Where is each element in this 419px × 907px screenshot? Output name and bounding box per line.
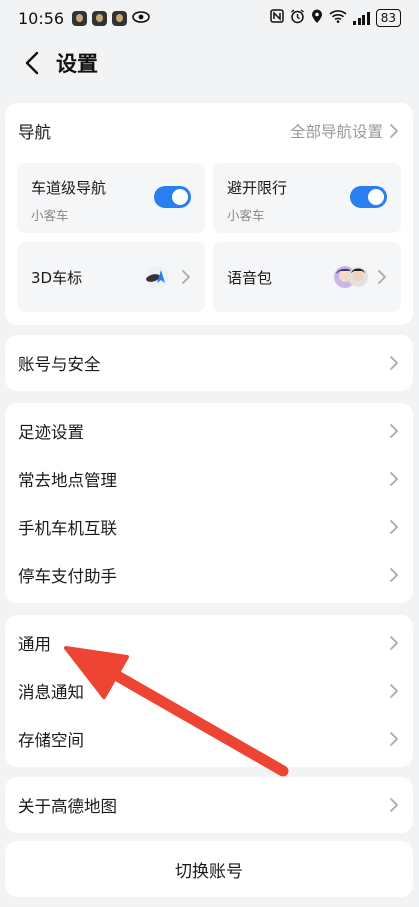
lane-nav-title: 车道级导航 — [31, 179, 107, 197]
back-button[interactable] — [12, 43, 52, 83]
settings-row-frequent-places[interactable]: 常去地点管理 — [5, 455, 413, 503]
car-icon-tile[interactable]: 3D车标 — [17, 242, 205, 312]
status-bar: 10:56 83 — [0, 0, 419, 36]
chevron-right-icon — [390, 636, 398, 650]
battery-level: 83 — [380, 11, 396, 25]
settings-row-footprint[interactable]: 足迹设置 — [5, 407, 413, 455]
wifi-icon — [329, 9, 347, 27]
row-label: 常去地点管理 — [18, 471, 117, 490]
notification-app-icon — [92, 10, 108, 26]
battery-icon: 83 — [375, 9, 401, 27]
row-label: 存储空间 — [18, 731, 84, 750]
signal-icon — [353, 11, 370, 25]
chevron-right-icon — [390, 732, 398, 746]
settings-row-parking-pay[interactable]: 停车支付助手 — [5, 551, 413, 599]
avoid-limit-title: 避开限行 — [227, 179, 288, 197]
settings-row-notifications[interactable]: 消息通知 — [5, 667, 413, 715]
nfc-icon — [270, 9, 284, 27]
row-label: 通用 — [18, 635, 51, 654]
voice-pack-title: 语音包 — [227, 269, 273, 287]
voice-avatar-icon — [334, 266, 368, 288]
page-title: 设置 — [56, 52, 98, 76]
chevron-right-icon — [390, 124, 398, 138]
lane-nav-toggle[interactable] — [154, 186, 191, 208]
chevron-right-icon — [390, 568, 398, 582]
lane-nav-sub: 小客车 — [31, 208, 69, 223]
chevron-right-icon — [390, 684, 398, 698]
all-nav-settings-label: 全部导航设置 — [289, 123, 383, 141]
account-card: 账号与安全 — [5, 335, 413, 391]
chevron-right-icon — [390, 356, 398, 370]
lane-nav-tile[interactable]: 车道级导航 小客车 — [17, 163, 205, 233]
all-nav-settings-link[interactable]: 全部导航设置 — [290, 120, 399, 142]
notification-app-icon — [112, 10, 128, 26]
status-time: 10:56 — [18, 8, 65, 28]
chevron-right-icon — [390, 798, 398, 812]
location-icon — [311, 9, 323, 28]
chevron-right-icon — [390, 424, 398, 438]
switch-account-button[interactable]: 切换账号 — [5, 841, 413, 897]
tools-card: 足迹设置 常去地点管理 手机车机互联 停车支付助手 — [5, 403, 413, 603]
avoid-limit-toggle[interactable] — [350, 186, 387, 208]
car-icon-title: 3D车标 — [31, 269, 83, 287]
settings-row-phone-car-link[interactable]: 手机车机互联 — [5, 503, 413, 551]
nav-header-row: 导航 全部导航设置 — [5, 103, 413, 159]
chevron-right-icon — [378, 270, 386, 284]
voice-pack-tile[interactable]: 语音包 — [213, 242, 401, 312]
chevron-right-icon — [390, 520, 398, 534]
row-label: 手机车机互联 — [18, 519, 117, 538]
row-label: 停车支付助手 — [18, 567, 117, 586]
row-label: 关于高德地图 — [18, 797, 117, 816]
about-card: 关于高德地图 — [5, 777, 413, 833]
car-model-icon — [145, 265, 169, 289]
alarm-icon — [290, 8, 305, 28]
chevron-right-icon — [182, 270, 190, 284]
avoid-limit-tile[interactable]: 避开限行 小客车 — [213, 163, 401, 233]
avoid-limit-sub: 小客车 — [227, 208, 265, 223]
nav-section-title: 导航 — [18, 123, 51, 142]
navigation-card: 导航 全部导航设置 车道级导航 小客车 避开限行 小客车 3D车标 语音包 — [5, 103, 413, 325]
settings-row-account-security[interactable]: 账号与安全 — [5, 335, 413, 391]
notification-app-icon — [72, 10, 88, 26]
settings-row-general[interactable]: 通用 — [5, 619, 413, 667]
settings-row-about[interactable]: 关于高德地图 — [5, 777, 413, 833]
settings-row-storage[interactable]: 存储空间 — [5, 715, 413, 763]
row-label: 消息通知 — [18, 683, 84, 702]
chevron-right-icon — [390, 472, 398, 486]
row-label: 足迹设置 — [18, 423, 84, 442]
header: 设置 — [0, 38, 419, 88]
general-card: 通用 消息通知 存储空间 — [5, 615, 413, 767]
row-label: 账号与安全 — [18, 355, 101, 374]
chevron-left-icon — [25, 51, 39, 75]
eye-icon — [132, 9, 150, 27]
